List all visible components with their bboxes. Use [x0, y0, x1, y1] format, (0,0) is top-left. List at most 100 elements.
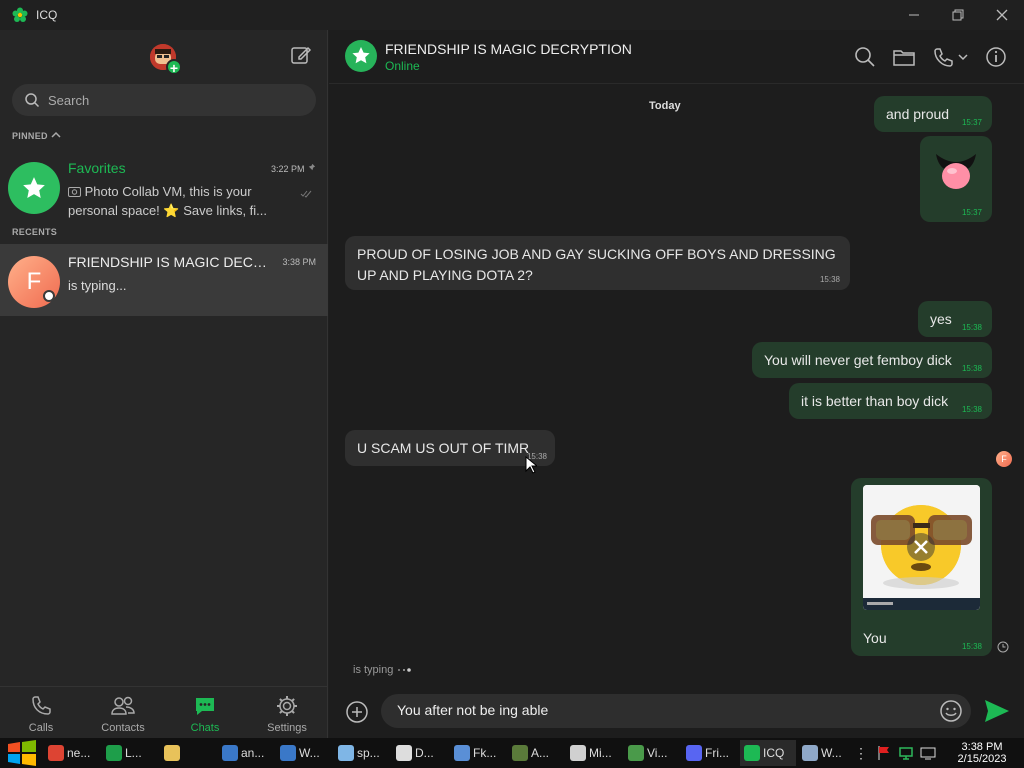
search-icon	[25, 93, 40, 108]
tongue-face-sticker	[936, 154, 976, 189]
taskbar-item[interactable]: sp...	[334, 740, 390, 766]
bubbles-icon	[338, 745, 354, 761]
restore-icon	[952, 9, 964, 21]
star-icon	[352, 47, 370, 64]
taskbar-item[interactable]: D...	[392, 740, 448, 766]
message-time: 15:37	[961, 118, 982, 127]
attach-plus-icon[interactable]	[345, 700, 369, 724]
message-input[interactable]	[397, 702, 917, 718]
message-bubble[interactable]: and proud 15:37	[874, 96, 992, 132]
folder-icon	[164, 745, 180, 761]
taskbar-item-label: sp...	[357, 746, 380, 760]
read-receipt-avatar: F	[996, 451, 1012, 467]
close-icon	[996, 9, 1008, 21]
star-icon	[23, 177, 45, 198]
emoji-glasses-image	[863, 485, 980, 610]
message-composer[interactable]	[381, 694, 971, 728]
taskbar-item[interactable]: an...	[218, 740, 274, 766]
mouse-cursor-icon	[525, 456, 537, 474]
info-icon[interactable]	[984, 45, 1008, 69]
chat-item-favorites[interactable]: Favorites 3:22 PM Photo Collab VM, this …	[0, 150, 328, 222]
taskbar-item[interactable]: ICQ	[740, 740, 796, 766]
taskbar-item[interactable]: ne...	[44, 740, 100, 766]
pin-icon	[307, 163, 316, 172]
discord-icon	[686, 745, 702, 761]
message-time: 15:38	[961, 364, 982, 373]
taskbar-item[interactable]: A...	[508, 740, 564, 766]
phone-icon	[32, 696, 51, 715]
close-button[interactable]	[980, 0, 1024, 30]
message-bubble[interactable]: U SCAM US OUT OF TIMR 15:38	[345, 430, 555, 466]
taskbar-item[interactable]: L...	[102, 740, 158, 766]
taskbar-item-label: W...	[299, 746, 320, 760]
chat-avatar[interactable]	[345, 40, 377, 72]
nav-calls[interactable]: Calls	[0, 687, 82, 738]
chat-title[interactable]: FRIENDSHIP IS MAGIC DECRYPTION	[385, 41, 632, 57]
typing-indicator: is typing	[353, 664, 412, 676]
taskbar-item[interactable]: Vi...	[624, 740, 680, 766]
taskbar-item-label: an...	[241, 746, 265, 760]
message-text: You will never get femboy dick	[764, 352, 952, 368]
search-box[interactable]	[12, 84, 316, 116]
new-chat-icon[interactable]	[290, 44, 312, 66]
search-input[interactable]	[48, 92, 298, 108]
taskbar-item-label: A...	[531, 746, 550, 760]
windows-taskbar: ne... L... an... W... sp... D... Fk... A... Mi..…	[0, 738, 1024, 768]
taskbar-item[interactable]	[160, 740, 216, 766]
add-status-button[interactable]: +	[166, 59, 182, 76]
monitor-icon	[802, 745, 818, 761]
nav-chats[interactable]: Chats	[164, 687, 246, 738]
call-dropdown-icon[interactable]	[932, 45, 970, 69]
message-bubble[interactable]: You will never get femboy dick 15:38	[752, 342, 992, 378]
spreadsheet-icon	[106, 745, 122, 761]
paint-icon	[222, 745, 238, 761]
chat-pane: FRIENDSHIP IS MAGIC DECRYPTION Online To…	[329, 30, 1024, 738]
title-bar: ICQ	[0, 0, 1024, 30]
image-attachment[interactable]	[863, 485, 980, 610]
nav-contacts[interactable]: Contacts	[82, 687, 164, 738]
message-bubble[interactable]: PROUD OF LOSING JOB AND GAY SUCKING OFF …	[345, 236, 850, 290]
window-title: ICQ	[36, 8, 58, 22]
taskbar-item[interactable]: W...	[276, 740, 332, 766]
image-message[interactable]: You 15:38	[851, 478, 992, 656]
message-text: U SCAM US OUT OF TIMR	[357, 440, 530, 456]
folder-icon[interactable]	[892, 45, 916, 69]
tray-overflow-icon[interactable]: ⋮	[854, 745, 868, 762]
pinned-section-label[interactable]: PINNED	[12, 131, 61, 141]
taskbar-clock[interactable]: 3:38 PM 2/15/2023	[940, 741, 1024, 765]
message-text: it is better than boy dick	[801, 393, 949, 409]
start-button[interactable]	[0, 738, 44, 768]
chat-item-friendship[interactable]: F FRIENDSHIP IS MAGIC DECRY... 3:38 PM i…	[0, 244, 328, 316]
photo-icon	[68, 187, 81, 197]
taskbar-item[interactable]: Mi...	[566, 740, 622, 766]
java-icon	[570, 745, 586, 761]
flag-icon[interactable]	[876, 745, 892, 761]
tree-icon	[512, 745, 528, 761]
message-time: 15:38	[819, 275, 840, 284]
message-bubble[interactable]: yes 15:38	[918, 301, 992, 337]
message-bubble[interactable]: it is better than boy dick 15:38	[789, 383, 992, 419]
taskbar-item-label: Fri...	[705, 746, 729, 760]
taskbar-item[interactable]: Fri...	[682, 740, 738, 766]
display-icon[interactable]	[920, 745, 936, 761]
minimize-button[interactable]	[892, 0, 936, 30]
virtualbox-icon	[628, 745, 644, 761]
chat-time: 3:38 PM	[282, 257, 316, 267]
send-icon[interactable]	[983, 698, 1011, 724]
message-time: 15:38	[961, 405, 982, 414]
bottom-nav: Calls Contacts Chats Settings	[0, 686, 328, 738]
network-icon[interactable]	[898, 745, 914, 761]
paint-icon	[280, 745, 296, 761]
nav-settings[interactable]: Settings	[246, 687, 328, 738]
emoji-icon[interactable]	[939, 699, 963, 723]
chat-preview: Photo Collab VM, this is your personal s…	[68, 184, 267, 218]
day-separator: Today	[649, 100, 681, 112]
chat-bubble-icon	[196, 698, 214, 715]
sticker-message[interactable]: 15:37	[920, 136, 992, 222]
windows-logo-icon	[8, 740, 36, 766]
taskbar-item[interactable]: W...	[798, 740, 854, 766]
restore-button[interactable]	[936, 0, 980, 30]
search-icon[interactable]	[853, 45, 877, 69]
taskbar-item[interactable]: Fk...	[450, 740, 506, 766]
chevron-up-icon	[51, 131, 61, 138]
